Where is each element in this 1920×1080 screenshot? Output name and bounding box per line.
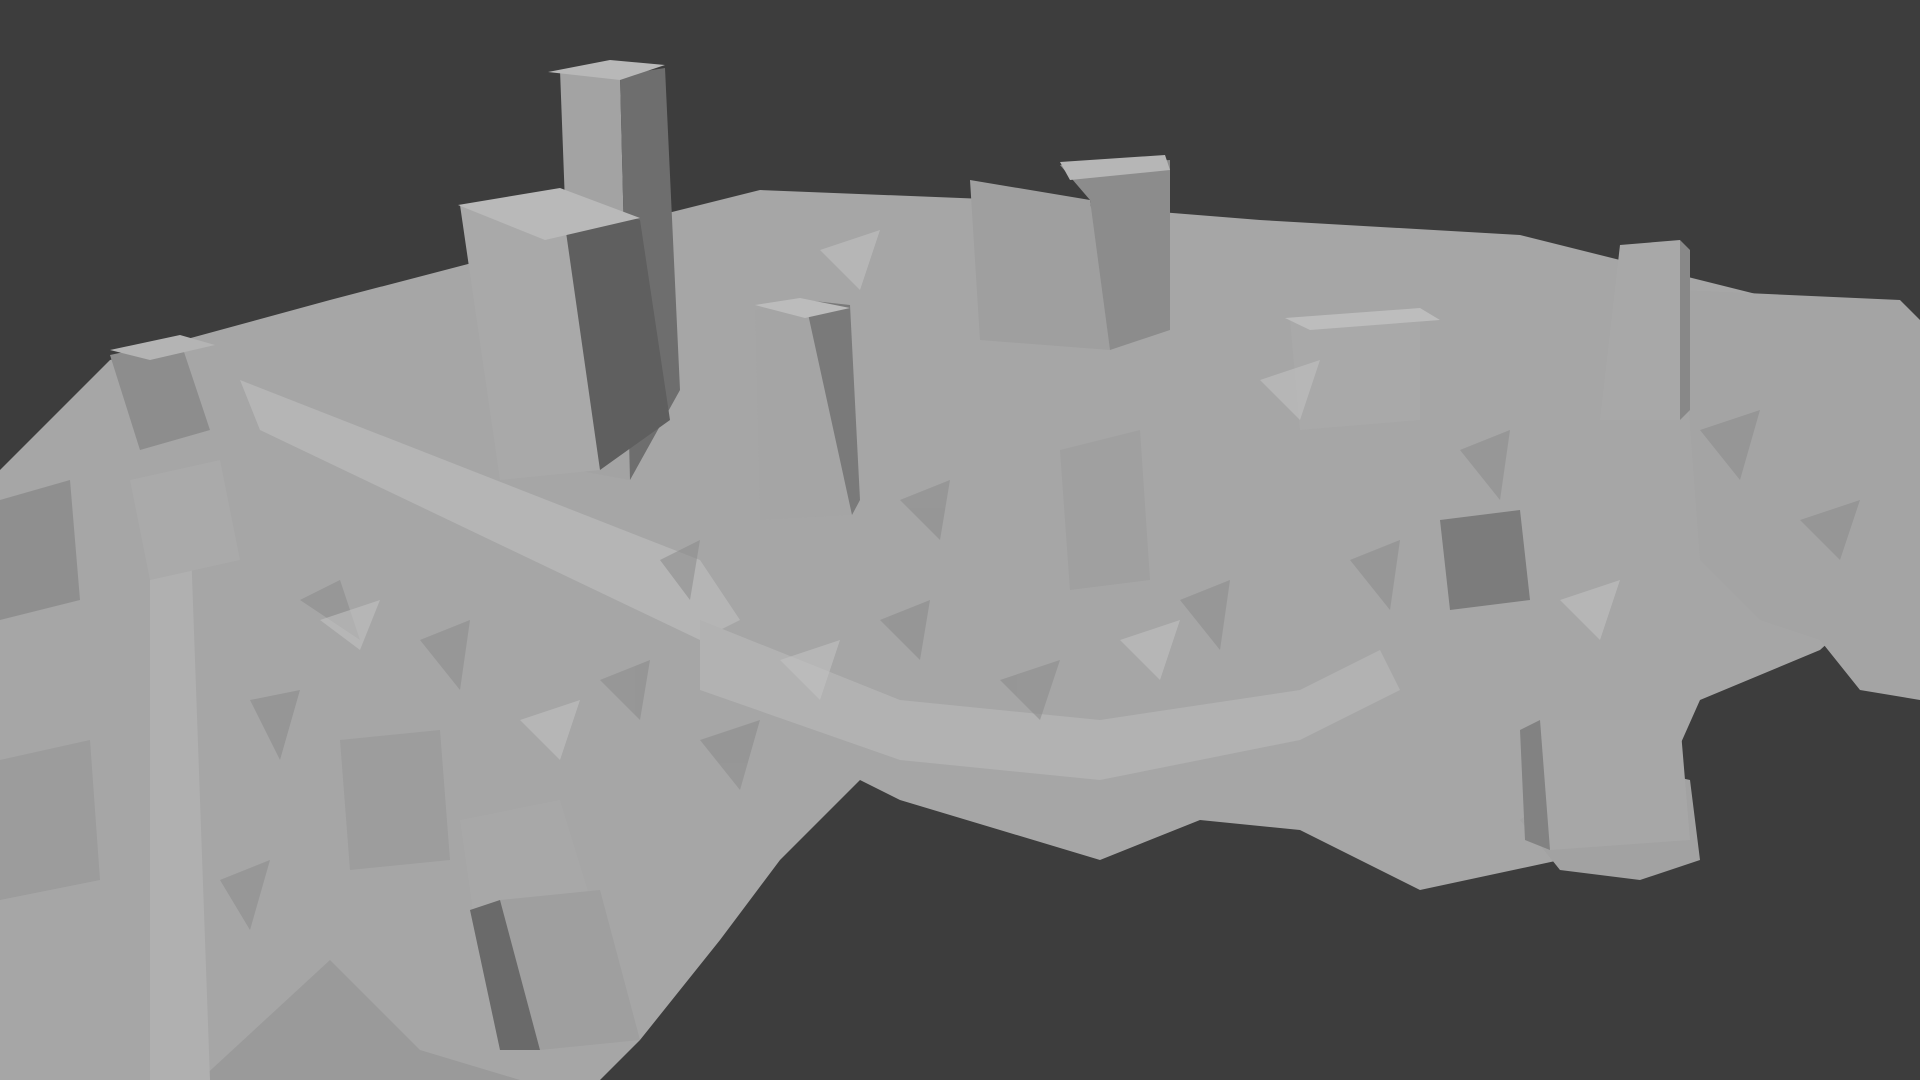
- block-center-a: [1060, 430, 1150, 590]
- block-right-a: [1440, 510, 1530, 610]
- 3d-viewport[interactable]: [0, 0, 1920, 1080]
- block-right-b: [1540, 720, 1690, 850]
- tower-right-side: [1680, 240, 1690, 420]
- tower-ribbed-front: [970, 180, 1110, 350]
- block-left-c: [0, 480, 80, 620]
- block-center-b: [1220, 460, 1320, 550]
- block-left-b: [130, 460, 240, 580]
- city-mesh-render: [0, 0, 1920, 1080]
- block-left-d: [0, 740, 100, 900]
- block-fg-a: [340, 730, 450, 870]
